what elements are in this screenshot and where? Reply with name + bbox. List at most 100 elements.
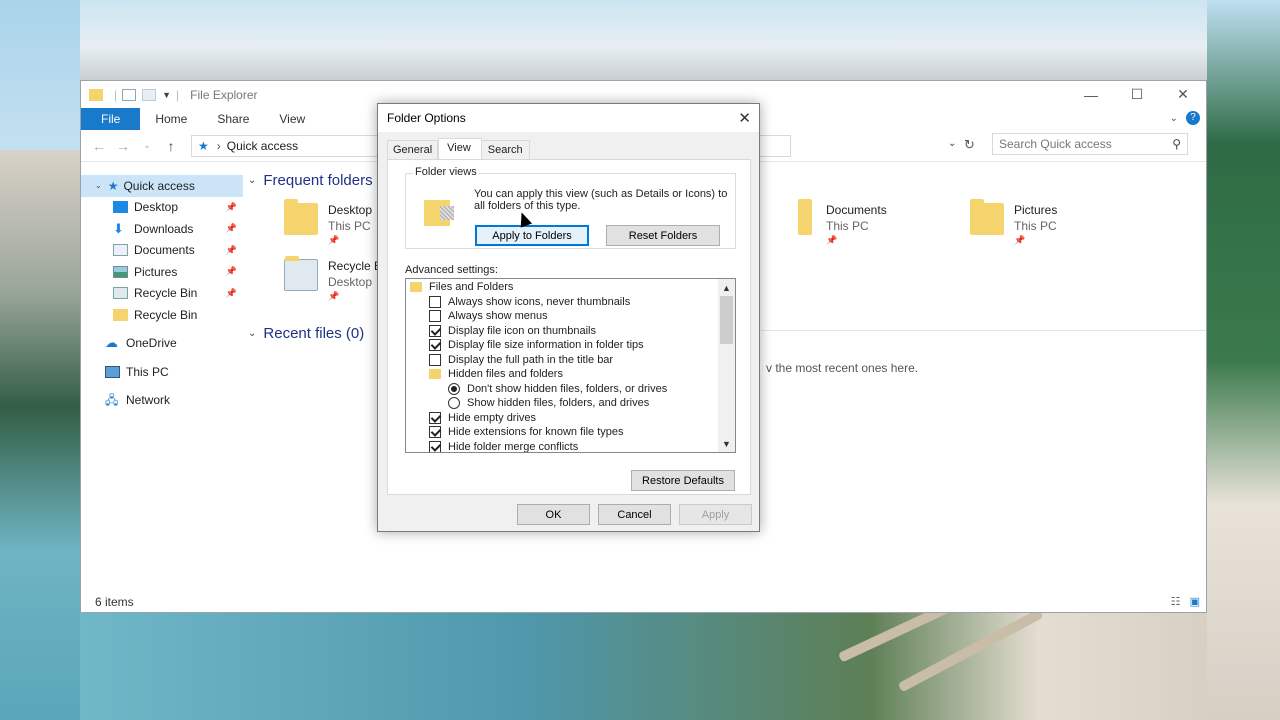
radio-unselected[interactable] [448,397,460,410]
setting-radio-row[interactable]: Show hidden files, folders, and drives [406,396,735,411]
setting-radio-row[interactable]: Don't show hidden files, folders, or dri… [406,382,735,397]
help-icon[interactable]: ? [1186,111,1200,125]
tab-view[interactable]: View [264,108,320,130]
window-title: File Explorer [190,87,258,102]
sidebar-item-onedrive[interactable]: ☁ OneDrive [81,333,243,355]
setting-label: Display file size information in folder … [448,339,644,352]
sidebar-item-label: OneDrive [126,336,177,351]
tab-search[interactable]: Search [481,140,530,160]
advanced-settings-list[interactable]: Files and Folders Always show icons, neve… [405,278,736,453]
reset-folders-button[interactable]: Reset Folders [606,225,720,246]
sidebar-item-label: Downloads [134,221,194,236]
frequent-folder-tile[interactable]: Recycle B Desktop 📌 [284,256,382,302]
search-input[interactable]: Search Quick access ⚲ [992,133,1188,155]
expand-ribbon-icon[interactable]: ⌄ [1170,113,1178,124]
radio-selected[interactable] [448,382,460,395]
address-dropdown-icon[interactable]: ⌄ [948,138,956,149]
restore-defaults-button[interactable]: Restore Defaults [631,470,735,491]
setting-checkbox-row[interactable]: Display the full path in the title bar [406,353,735,368]
setting-checkbox-row[interactable]: Display file icon on thumbnails [406,324,735,339]
refresh-icon[interactable]: ↻ [964,137,975,153]
sidebar-item-recycle-bin[interactable]: Recycle Bin 📌 [81,283,243,305]
frequent-folders-header[interactable]: ⌄ Frequent folders ( [248,172,382,189]
setting-label: Hide folder merge conflicts [448,440,579,453]
new-folder-icon[interactable] [142,88,157,101]
sidebar-item-documents[interactable]: Documents 📌 [81,240,243,262]
scroll-up-icon[interactable]: ▲ [718,279,735,296]
forward-icon[interactable]: → [111,138,135,154]
checkbox-checked[interactable] [429,324,441,337]
divider: | [176,87,180,102]
folder-options-dialog: Folder Options ✕ General View Search Fol… [377,103,760,532]
sidebar-item-pictures[interactable]: Pictures 📌 [81,261,243,283]
large-icons-view-icon[interactable]: ▣ [1190,596,1200,608]
setting-checkbox-row[interactable]: Display file size information in folder … [406,338,735,353]
sidebar-item-recycle-bin-folder[interactable]: Recycle Bin [81,304,243,326]
checkbox-checked[interactable] [429,426,441,439]
pictures-folder-icon [970,199,1004,235]
sidebar-item-this-pc[interactable]: This PC [81,361,243,383]
setting-checkbox-row[interactable]: Hide folder merge conflicts [406,440,735,453]
folder-icon [410,282,422,293]
checkbox-checked[interactable] [429,440,441,452]
setting-label: Files and Folders [429,281,514,294]
tab-home[interactable]: Home [140,108,202,130]
frequent-folder-tile[interactable]: Documents This PC 📌 [798,199,887,246]
recent-files-header[interactable]: ⌄ Recent files (0) [248,325,364,342]
sidebar-item-desktop[interactable]: Desktop 📌 [81,197,243,219]
customize-toolbar-icon[interactable]: ▼ [162,90,171,100]
download-icon: ⬇ [113,220,124,236]
breadcrumb[interactable]: Quick access [227,139,298,153]
scroll-thumb[interactable] [720,296,733,344]
chevron-down-icon: ⌄ [248,175,257,186]
pin-icon: 📌 [225,266,237,277]
pictures-icon [113,265,128,278]
minimize-button[interactable]: — [1068,81,1114,108]
sidebar-item-downloads[interactable]: ⬇ Downloads 📌 [81,218,243,240]
properties-icon[interactable] [122,88,137,101]
back-icon[interactable]: ← [87,138,111,154]
folder-icon [284,199,318,235]
close-button[interactable]: ✕ [1160,81,1206,108]
maximize-button[interactable]: ☐ [1114,81,1160,108]
cancel-button[interactable]: Cancel [598,504,671,525]
checkbox-unchecked[interactable] [429,310,441,323]
recent-locations-icon[interactable]: ⌄ [135,140,159,151]
checkbox-unchecked[interactable] [429,353,441,366]
setting-checkbox-row[interactable]: Hide extensions for known file types [406,425,735,440]
tab-general[interactable]: General [387,140,439,160]
dialog-tabs: General View Search [387,138,530,160]
sidebar-item-quick-access[interactable]: ⌄ ★ Quick access [81,175,243,197]
checkbox-checked[interactable] [429,339,441,352]
setting-checkbox-row[interactable]: Always show icons, never thumbnails [406,295,735,310]
tab-file[interactable]: File [81,108,141,130]
scrollbar[interactable]: ▲ ▼ [718,279,735,452]
setting-label: Hide empty drives [448,411,537,424]
up-icon[interactable]: ↑ [159,138,183,154]
setting-label: Always show menus [448,310,548,323]
ok-button[interactable]: OK [517,504,590,525]
details-view-icon[interactable]: ☷ [1171,596,1181,608]
setting-checkbox-row[interactable]: Always show menus [406,309,735,324]
checkbox-unchecked[interactable] [429,295,441,308]
status-bar: 6 items [95,595,134,609]
folder-view-icon [424,200,454,226]
apply-button[interactable]: Apply [679,504,752,525]
close-icon[interactable]: ✕ [738,109,751,127]
setting-checkbox-row[interactable]: Hide empty drives [406,411,735,426]
frequent-folder-tile[interactable]: Desktop This PC 📌 [284,199,372,246]
frequent-folder-tile[interactable]: Pictures This PC 📌 [970,199,1057,246]
recycle-bin-icon [284,256,318,291]
tab-share[interactable]: Share [202,108,264,130]
folder-views-description: You can apply this view (such as Details… [474,188,728,212]
tab-view[interactable]: View [438,138,482,160]
sidebar-item-label: Pictures [134,264,178,279]
settings-rows: Files and Folders Always show icons, neve… [406,279,735,453]
setting-label: Don't show hidden files, folders, or dri… [467,382,668,395]
scroll-down-icon[interactable]: ▼ [718,435,735,452]
tile-name: Documents [826,203,887,217]
checkbox-checked[interactable] [429,411,441,424]
sidebar-item-network[interactable]: 🖧 Network [81,390,243,412]
apply-to-folders-button[interactable]: Apply to Folders [475,225,589,246]
section-title: Frequent folders ( [263,172,382,189]
